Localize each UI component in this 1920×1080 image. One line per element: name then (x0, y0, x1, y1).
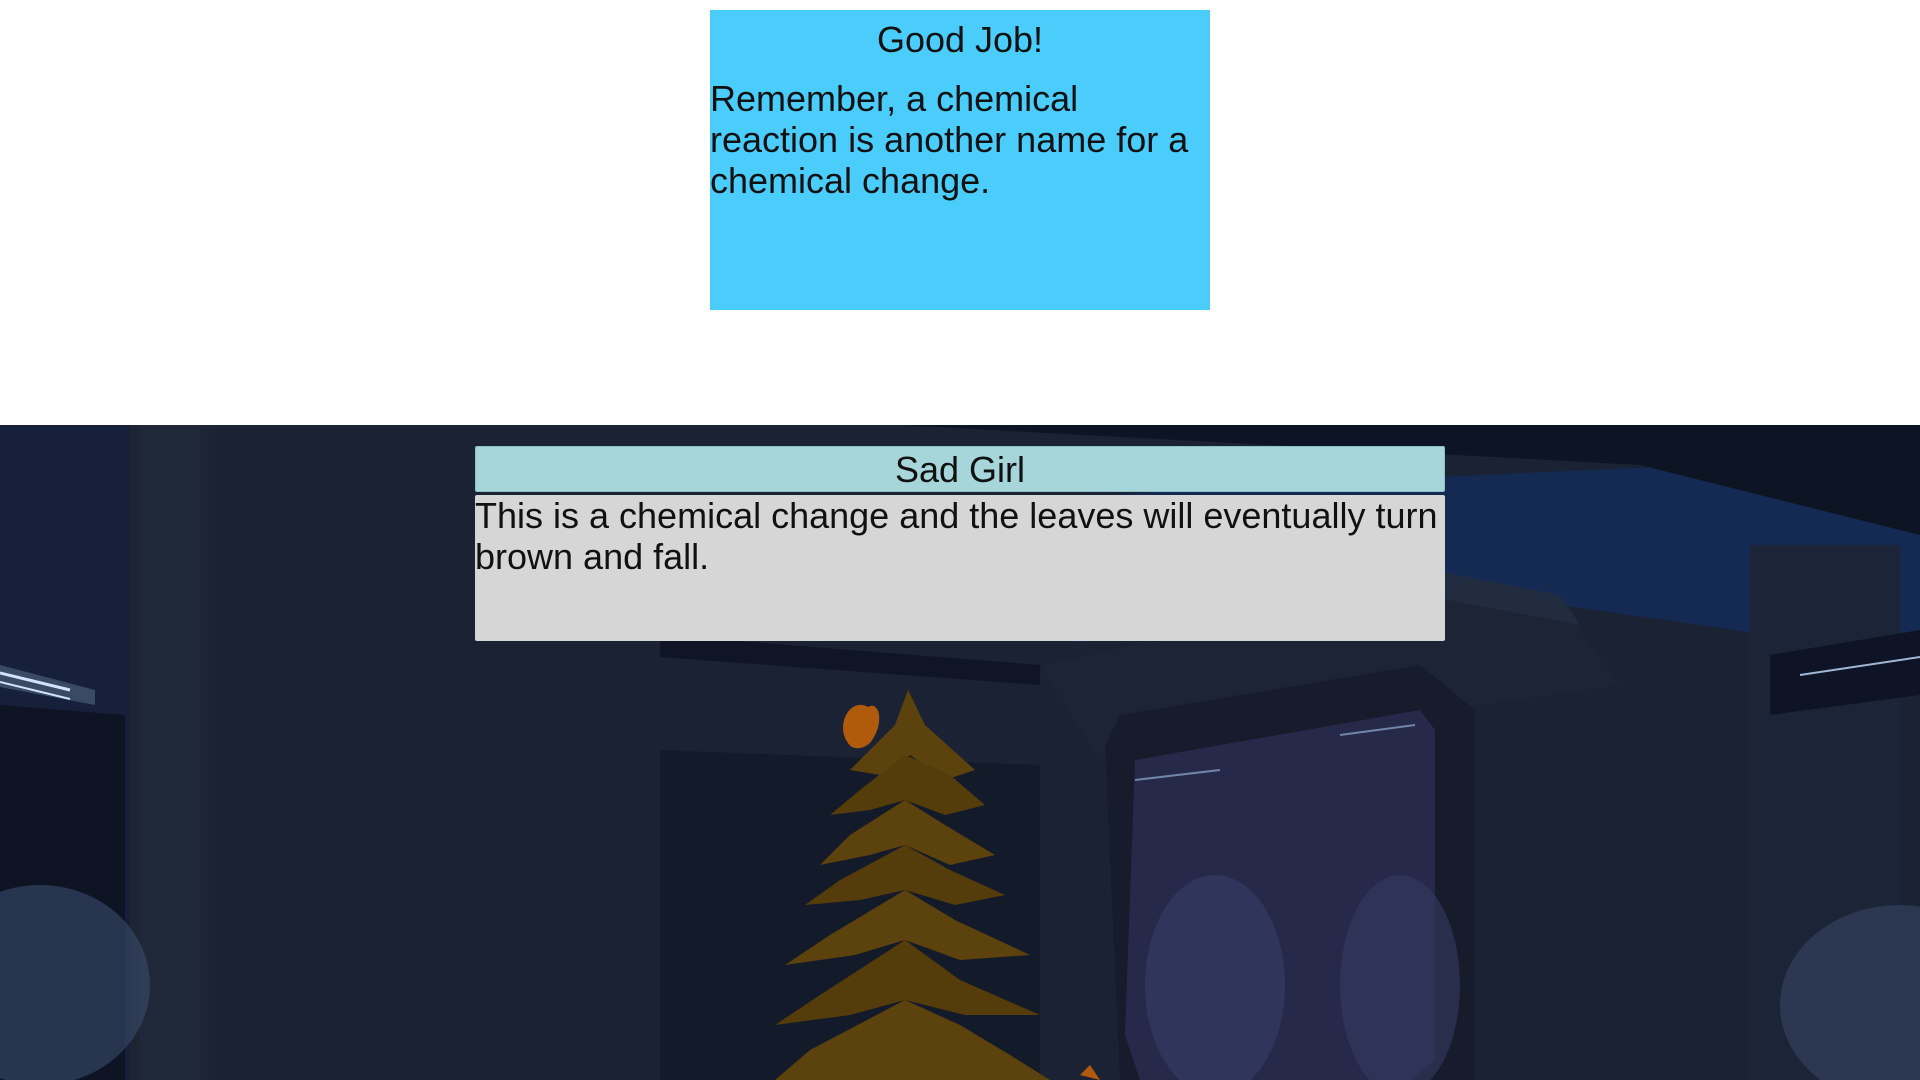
feedback-popup: Good Job! Remember, a chemical reaction … (710, 10, 1210, 310)
speaker-name: Sad Girl (475, 446, 1445, 492)
dialogue-box[interactable]: Sad Girl This is a chemical change and t… (475, 446, 1445, 644)
feedback-message: Remember, a chemical reaction is another… (710, 78, 1189, 201)
feedback-title: Good Job! (876, 19, 1044, 60)
dialogue-text: This is a chemical change and the leaves… (475, 495, 1445, 641)
